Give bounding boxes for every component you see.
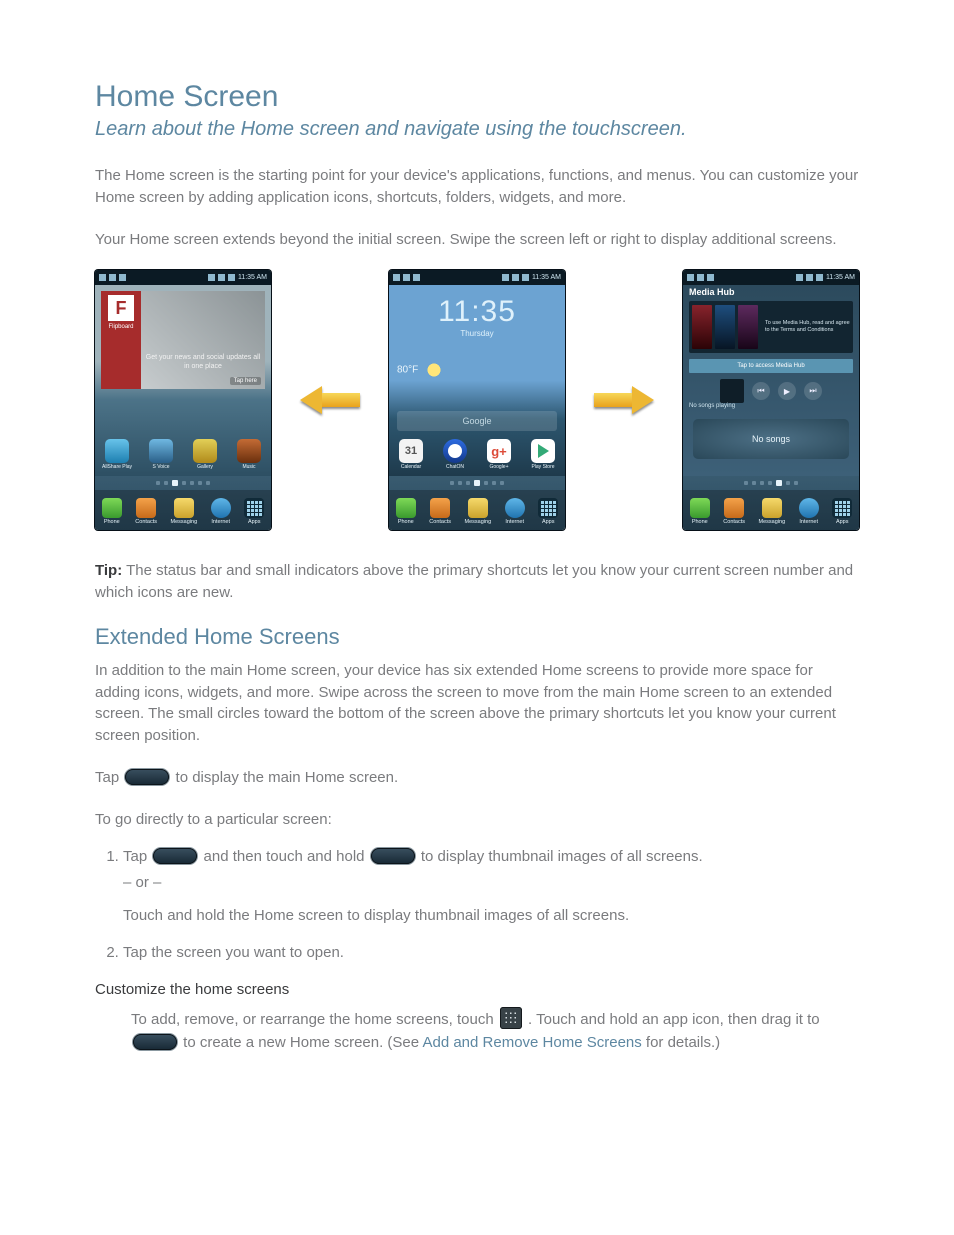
tip-text: The status bar and small indicators abov… <box>95 562 853 601</box>
dock-apps[interactable]: Apps <box>832 498 852 525</box>
customize-item: To add, remove, or rearrange the home sc… <box>131 1007 859 1055</box>
play-icon <box>531 439 555 463</box>
app-allshare[interactable]: AllShare Play <box>102 439 132 470</box>
steps-list: Tap and then touch and hold to display t… <box>95 845 859 964</box>
media-hub-title: Media Hub <box>689 287 735 297</box>
media-hub-accent-bar[interactable]: Tap to access Media Hub <box>689 359 853 373</box>
home-key-icon <box>133 1034 177 1050</box>
prev-track-button[interactable]: ⏮ <box>752 382 770 400</box>
page-indicator <box>389 476 565 490</box>
dock-contacts[interactable]: Contacts <box>135 498 157 525</box>
poster-icon <box>738 305 758 349</box>
page-subtitle: Learn about the Home screen and navigate… <box>95 118 859 141</box>
dock-phone[interactable]: Phone <box>396 498 416 525</box>
ext-p3: To go directly to a particular screen: <box>95 809 859 831</box>
dock-apps[interactable]: Apps <box>538 498 558 525</box>
phone-left: 11:35 AM F Flipboard Get your news and s… <box>95 270 271 530</box>
flipboard-cta[interactable]: Tap here <box>230 377 261 385</box>
dock-contacts[interactable]: Contacts <box>723 498 745 525</box>
apps-key-icon <box>500 1007 522 1029</box>
customize-link[interactable]: Add and Remove Home Screens <box>422 1034 641 1051</box>
ext-p1: In addition to the main Home screen, you… <box>95 660 859 747</box>
album-art-icon <box>720 379 744 403</box>
customize-heading: Customize the home screens <box>95 979 859 1001</box>
google-label: Google <box>462 416 491 426</box>
status-time: 11:35 AM <box>826 274 855 281</box>
dock-messaging[interactable]: Messaging <box>465 498 492 525</box>
ext-p2: Tap to display the main Home screen. <box>95 767 859 789</box>
weather-temp: 80°F <box>397 365 418 376</box>
poster-icon <box>692 305 712 349</box>
dock: Phone Contacts Messaging Internet Apps <box>683 490 859 530</box>
gplus-icon: g+ <box>487 439 511 463</box>
customize-list: To add, remove, or rearrange the home sc… <box>95 1007 859 1055</box>
dock-contacts[interactable]: Contacts <box>429 498 451 525</box>
home-key-icon <box>371 848 415 864</box>
calendar-icon: 31 <box>399 439 423 463</box>
status-time: 11:35 AM <box>532 274 561 281</box>
music-controls: ⏮ ▶ ⏭ <box>689 379 853 403</box>
weather-widget[interactable]: 80°F <box>397 361 443 379</box>
or-separator: – or – <box>123 871 859 894</box>
dock: Phone Contacts Messaging Internet Apps <box>389 490 565 530</box>
home-key-icon <box>125 769 169 785</box>
play-button[interactable]: ▶ <box>778 382 796 400</box>
dock-phone[interactable]: Phone <box>690 498 710 525</box>
clock-day: Thursday <box>389 329 565 338</box>
tip-label: Tip: <box>95 562 122 579</box>
flipboard-widget[interactable]: F Flipboard Get your news and social upd… <box>101 291 265 389</box>
dock-messaging[interactable]: Messaging <box>759 498 786 525</box>
chaton-icon <box>443 439 467 463</box>
now-playing-label: No songs playing <box>689 403 853 409</box>
app-playstore[interactable]: Play Store <box>528 439 558 470</box>
flipboard-icon: F <box>108 295 134 321</box>
app-svoice[interactable]: S Voice <box>146 439 176 470</box>
media-hub-card[interactable]: To use Media Hub, read and agree to the … <box>689 301 853 353</box>
sun-icon <box>425 361 443 379</box>
status-time: 11:35 AM <box>238 274 267 281</box>
app-calendar[interactable]: 31Calendar <box>396 439 426 470</box>
arrow-left-icon <box>300 386 360 414</box>
phone-right: 11:35 AM Media Hub To use Media Hub, rea… <box>683 270 859 530</box>
dock-internet[interactable]: Internet <box>505 498 525 525</box>
clock-widget[interactable]: 11:35 Thursday <box>389 295 565 338</box>
step-1: Tap and then touch and hold to display t… <box>123 845 859 927</box>
page-indicator <box>95 476 271 490</box>
app-gplus[interactable]: g+Google+ <box>484 439 514 470</box>
page-indicator <box>683 476 859 490</box>
google-search-bar[interactable]: Google <box>397 411 557 431</box>
phone-center: 11:35 AM 11:35 Thursday 80°F Google 31Ca… <box>389 270 565 530</box>
flipboard-label: Flipboard <box>108 324 133 330</box>
intro-paragraph: The Home screen is the starting point fo… <box>95 165 859 209</box>
status-bar: 11:35 AM <box>95 270 271 285</box>
app-chaton[interactable]: ChatON <box>440 439 470 470</box>
tip-paragraph: Tip: The status bar and small indicators… <box>95 560 859 604</box>
dock-phone[interactable]: Phone <box>102 498 122 525</box>
dock-internet[interactable]: Internet <box>799 498 819 525</box>
step-1-alt: Touch and hold the Home screen to displa… <box>123 904 859 927</box>
clock-time: 11:35 <box>389 295 565 329</box>
next-track-button[interactable]: ⏭ <box>804 382 822 400</box>
document-page: Home Screen Learn about the Home screen … <box>0 0 954 1155</box>
no-songs-box: No songs <box>693 419 849 459</box>
screenshots-row: 11:35 AM F Flipboard Get your news and s… <box>95 270 859 530</box>
app-music[interactable]: Music <box>234 439 264 470</box>
ext-heading: Extended Home Screens <box>95 624 859 650</box>
dock-apps[interactable]: Apps <box>244 498 264 525</box>
screens-hint: Your Home screen extends beyond the init… <box>95 229 859 251</box>
dock-internet[interactable]: Internet <box>211 498 231 525</box>
poster-icon <box>715 305 735 349</box>
step-2: Tap the screen you want to open. <box>123 941 859 964</box>
flipboard-caption: Get your news and social updates all in … <box>145 354 261 371</box>
app-gallery[interactable]: Gallery <box>190 439 220 470</box>
dock-messaging[interactable]: Messaging <box>171 498 198 525</box>
media-hub-note: To use Media Hub, read and agree to the … <box>761 320 850 334</box>
arrow-right-icon <box>594 386 654 414</box>
status-bar: 11:35 AM <box>683 270 859 285</box>
dock: Phone Contacts Messaging Internet Apps <box>95 490 271 530</box>
home-key-icon <box>153 848 197 864</box>
page-title: Home Screen <box>95 80 859 114</box>
status-bar: 11:35 AM <box>389 270 565 285</box>
